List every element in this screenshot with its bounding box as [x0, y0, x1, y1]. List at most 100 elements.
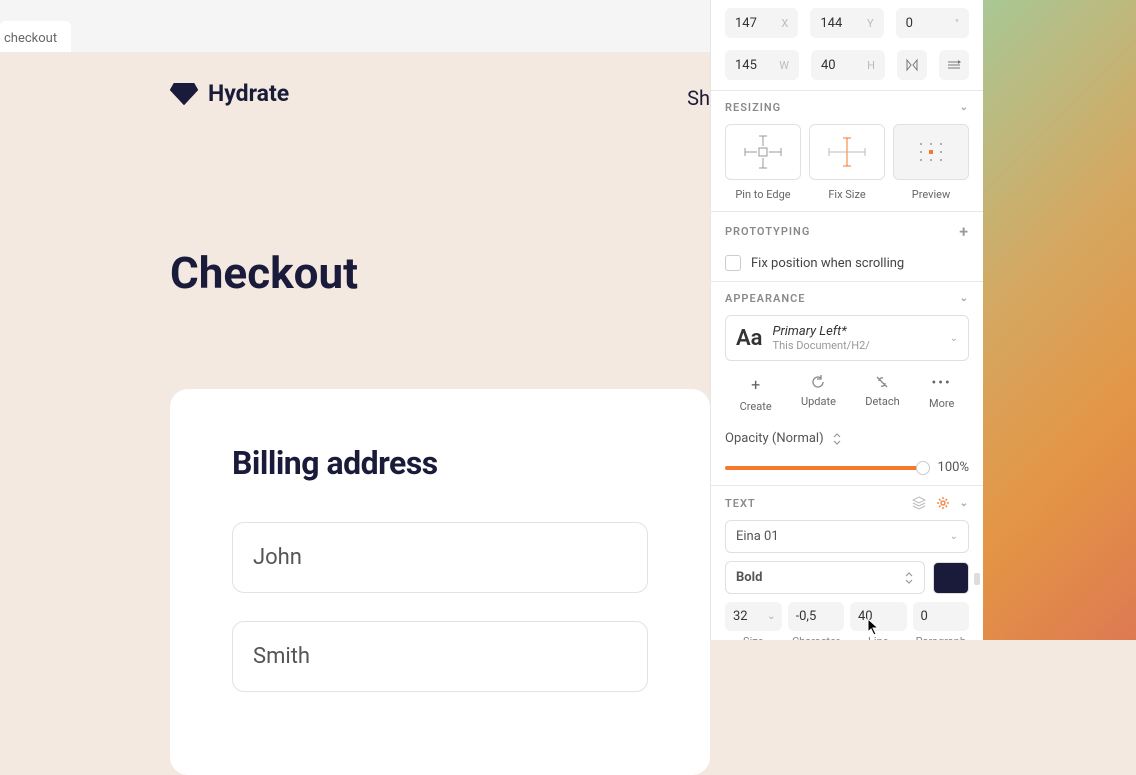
preview-button[interactable]: Preview [893, 124, 969, 201]
width-input-wrap: W [725, 50, 799, 80]
appearance-section: APPEARANCE ⌄ Aa Primary Left* This Docum… [711, 282, 983, 486]
fix-size-button[interactable]: Fix Size [809, 124, 885, 201]
stepper-icon [904, 571, 914, 585]
billing-card: Billing address [170, 389, 710, 775]
text-section: TEXT ⌄ Eina 01 ⌄ Bold ⌄ [711, 486, 983, 640]
detach-style-button[interactable]: Detach [865, 375, 899, 413]
font-size-input-wrap: ⌄ [725, 602, 782, 631]
diamond-icon [170, 83, 198, 105]
fix-size-thumb [809, 124, 885, 180]
x-input-wrap: X [725, 8, 798, 38]
resizing-section: RESIZING ⌄ Pin to Edge Fix Size Previe [711, 91, 983, 212]
x-input[interactable] [735, 16, 788, 31]
line-label: Line [850, 635, 907, 640]
size-label: Size [725, 635, 782, 640]
unlink-icon [875, 375, 889, 389]
background-gradient [981, 0, 1136, 640]
prototyping-section: PROTOTYPING + Fix position when scrollin… [711, 212, 983, 282]
stepper-icon[interactable] [832, 432, 842, 446]
text-title: TEXT [725, 497, 756, 510]
character-label: Character [788, 635, 845, 640]
character-spacing-input[interactable] [796, 609, 837, 624]
chevron-down-icon[interactable]: ⌄ [767, 611, 775, 622]
add-prototype-button[interactable]: + [959, 222, 969, 241]
plus-icon: + [751, 375, 760, 394]
detach-label: Detach [865, 395, 899, 408]
slider-thumb[interactable] [916, 461, 930, 475]
last-name-field[interactable] [253, 644, 627, 669]
brand-name: Hydrate [208, 80, 289, 107]
gear-icon[interactable] [936, 496, 950, 510]
dots-icon: ••• [932, 375, 952, 391]
opacity-slider[interactable] [725, 466, 930, 470]
flip-horizontal-icon [905, 58, 919, 72]
font-weight-value: Bold [736, 570, 762, 585]
layers-icon[interactable] [912, 496, 926, 510]
font-weight-selector[interactable]: Bold [725, 561, 925, 594]
rotation-input-wrap: ° [896, 8, 969, 38]
fix-scroll-checkbox[interactable] [725, 255, 741, 271]
design-canvas[interactable]: checkout Hydrate Sh Checkout Billing add… [0, 0, 710, 640]
height-input-wrap: H [811, 50, 885, 80]
width-label: W [779, 59, 789, 72]
pin-to-edge-label: Pin to Edge [735, 188, 790, 201]
tab-bar: checkout [0, 0, 710, 52]
paragraph-label: Paragraph [913, 635, 970, 640]
line-height-input-wrap [850, 602, 907, 631]
height-label: H [867, 59, 875, 72]
preview-thumb [893, 124, 969, 180]
line-height-input[interactable] [858, 609, 899, 624]
chevron-down-icon[interactable]: ⌄ [960, 102, 969, 113]
y-input-wrap: Y [810, 8, 883, 38]
text-style-selector[interactable]: Aa Primary Left* This Document/H2/ ⌄ [725, 315, 969, 361]
geometry-section: X Y ° W H [711, 0, 983, 91]
update-style-button[interactable]: Update [801, 375, 836, 413]
chevron-down-icon[interactable]: ⌄ [960, 498, 969, 509]
inspector-panel: X Y ° W H [710, 0, 983, 640]
brand: Hydrate [170, 80, 289, 107]
y-label: Y [867, 17, 874, 30]
prototyping-title: PROTOTYPING [725, 225, 810, 238]
artboard[interactable]: Hydrate Sh Checkout Billing address [0, 52, 710, 640]
x-label: X [781, 17, 788, 30]
aa-icon: Aa [736, 326, 763, 351]
chevron-down-icon: ⌄ [950, 531, 958, 542]
preview-label: Preview [912, 188, 950, 201]
create-style-button[interactable]: + Create [740, 375, 772, 413]
chevron-down-icon: ⌄ [950, 333, 958, 344]
billing-heading: Billing address [232, 444, 648, 482]
chevron-down-icon[interactable]: ⌄ [960, 293, 969, 304]
create-label: Create [740, 400, 772, 413]
flip-horizontal-button[interactable] [897, 50, 927, 80]
tab-checkout[interactable]: checkout [0, 21, 71, 52]
rotation-label: ° [955, 17, 959, 30]
rotation-input[interactable] [906, 16, 959, 31]
y-input[interactable] [820, 16, 873, 31]
update-label: Update [801, 395, 836, 408]
last-name-field-wrap [232, 621, 648, 692]
fix-size-label: Fix Size [828, 188, 865, 201]
paragraph-spacing-input[interactable] [921, 609, 962, 624]
font-family-selector[interactable]: Eina 01 ⌄ [725, 520, 969, 553]
style-path: This Document/H2/ [773, 339, 940, 352]
more-style-button[interactable]: ••• More [929, 375, 954, 413]
resizing-title: RESIZING [725, 101, 781, 114]
pin-to-edge-thumb [725, 124, 801, 180]
first-name-field[interactable] [253, 545, 627, 570]
nav-link-shop[interactable]: Sh [687, 86, 710, 110]
page-title: Checkout [170, 247, 358, 299]
paragraph-spacing-input-wrap [913, 602, 970, 631]
more-label: More [929, 397, 954, 410]
appearance-title: APPEARANCE [725, 292, 806, 305]
refresh-icon [811, 375, 825, 389]
style-name: Primary Left* [773, 324, 940, 339]
opacity-value: 100% [938, 460, 969, 475]
flip-vertical-icon [947, 58, 961, 72]
fix-scroll-label: Fix position when scrolling [751, 256, 904, 271]
font-family-value: Eina 01 [736, 529, 779, 544]
character-spacing-input-wrap [788, 602, 845, 631]
text-color-swatch[interactable] [933, 562, 969, 594]
pin-to-edge-button[interactable]: Pin to Edge [725, 124, 801, 201]
opacity-label: Opacity (Normal) [725, 431, 824, 446]
flip-vertical-button[interactable] [939, 50, 969, 80]
